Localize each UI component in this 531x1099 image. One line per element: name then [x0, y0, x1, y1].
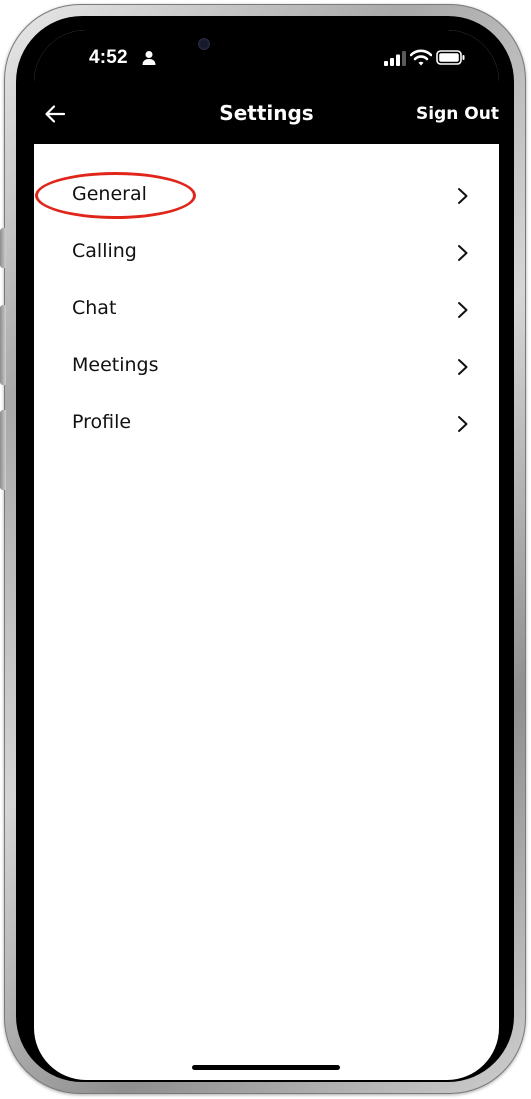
battery-icon: [436, 50, 465, 65]
chevron-right-icon: [458, 416, 468, 432]
menu-item-calling[interactable]: Calling: [34, 226, 499, 283]
top-bar: 4:52 Settings Sign Out: [34, 30, 499, 144]
chevron-right-icon: [458, 359, 468, 375]
menu-item-label: Calling: [72, 240, 137, 262]
menu-item-profile[interactable]: Profile: [34, 397, 499, 454]
menu-item-label: Chat: [72, 297, 117, 319]
side-button-mute: [0, 228, 6, 268]
menu-item-label: General: [72, 183, 147, 205]
menu-item-label: Profile: [72, 411, 132, 433]
chevron-right-icon: [458, 188, 468, 204]
phone-screen: 4:52 Settings Sign Out General Calling C…: [34, 30, 499, 1080]
menu-item-chat[interactable]: Chat: [34, 283, 499, 340]
wifi-icon: [410, 49, 432, 66]
menu-item-label: Meetings: [72, 354, 159, 376]
menu-item-meetings[interactable]: Meetings: [34, 340, 499, 397]
side-button-volume-up: [0, 305, 6, 385]
cellular-signal-icon: [384, 51, 406, 66]
settings-menu-list: General Calling Chat Meetings Profile: [34, 169, 499, 454]
chevron-right-icon: [458, 245, 468, 261]
side-button-volume-down: [0, 410, 6, 490]
home-indicator[interactable]: [192, 1065, 340, 1070]
person-icon: [142, 51, 156, 65]
menu-item-general[interactable]: General: [34, 169, 499, 226]
screenshot-stage: 4:52 Settings Sign Out General Calling C…: [0, 0, 531, 1099]
front-camera: [198, 38, 210, 50]
sign-out-button[interactable]: Sign Out: [416, 104, 499, 124]
chevron-right-icon: [458, 302, 468, 318]
status-time: 4:52: [89, 47, 128, 68]
